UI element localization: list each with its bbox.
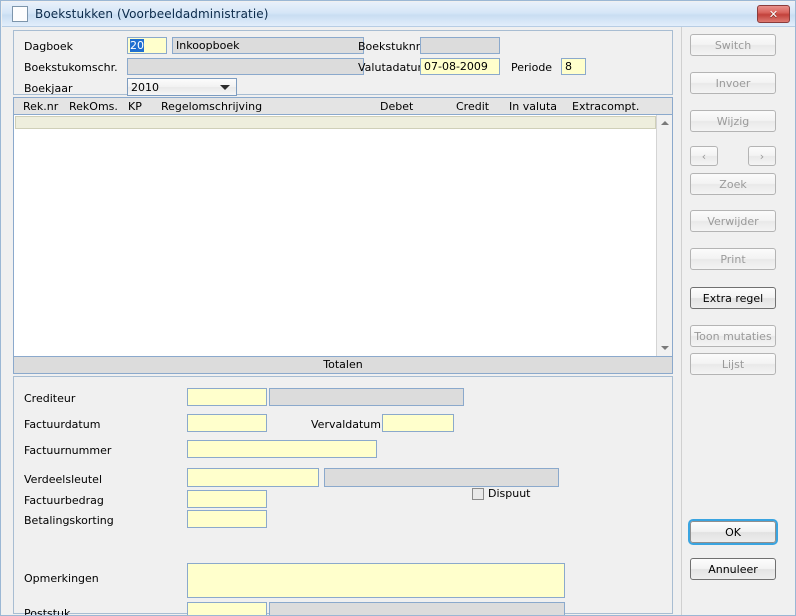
boekstuknr-field [420,37,500,54]
grid-col-extracompt: Extracompt. [572,100,640,113]
verdeelsleutel-input[interactable] [187,468,319,487]
periode-input[interactable]: 8 [561,58,586,75]
extra-regel-button[interactable]: Extra regel [690,287,776,309]
ok-button[interactable]: OK [690,521,776,543]
scroll-up-icon[interactable] [657,116,672,130]
boekingsregels-grid: Rek.nr RekOms. KP Regelomschrijving Debe… [13,97,673,357]
valutadatum-input[interactable]: 07-08-2009 [420,58,500,75]
factuurnummer-label: Factuurnummer [24,444,112,457]
dagboek-value: 20 [130,39,144,52]
grid-vertical-scrollbar[interactable] [656,115,672,356]
poststuk-label: Poststuk [24,607,71,616]
grid-body[interactable] [14,115,657,356]
dispuut-checkbox-row[interactable]: Dispuut [472,487,531,500]
print-button[interactable]: Print [690,248,776,270]
totalen-bar: Totalen [13,356,673,374]
dagboek-label: Dagboek [24,40,74,53]
poststuk-input[interactable] [187,602,267,615]
verdeelsleutel-description-field [324,468,559,487]
chevron-down-icon [220,85,230,90]
window-icon [12,6,28,22]
invoer-button[interactable]: Invoer [690,72,776,94]
poststuk-description-field [269,602,565,615]
header-fields-panel: Dagboek 20 Inkoopboek Boekstukomschr. Bo… [13,30,673,96]
boekstukomschr-field [127,58,364,75]
toon-mutaties-button[interactable]: Toon mutaties [690,325,776,347]
switch-button[interactable]: Switch [690,34,776,56]
grid-col-debet: Debet [380,100,414,113]
opmerkingen-label: Opmerkingen [24,572,99,585]
factuurbedrag-input[interactable] [187,490,267,508]
vervaldatum-label: Vervaldatum [311,418,381,431]
boekjaar-label: Boekjaar [24,82,73,95]
crediteur-input[interactable] [187,388,267,406]
annuleer-button[interactable]: Annuleer [690,558,776,580]
zoek-button[interactable]: Zoek [690,173,776,195]
dispuut-checkbox[interactable] [472,487,484,500]
grid-col-in-valuta: In valuta [509,100,558,113]
factuurdatum-label: Factuurdatum [24,418,101,431]
crediteur-label: Crediteur [24,392,76,405]
lijst-button[interactable]: Lijst [690,353,776,375]
betalingskorting-input[interactable] [187,510,267,528]
betalingskorting-label: Betalingskorting [24,514,114,527]
periode-label: Periode [511,61,553,74]
wijzig-button[interactable]: Wijzig [690,110,776,132]
verwijder-button[interactable]: Verwijder [690,210,776,232]
boekstukken-dialog: Boekstukken (Voorbeeldadministratie) ✕ D… [0,0,796,616]
factuurdatum-input[interactable] [187,414,267,432]
dispuut-label: Dispuut [488,487,531,500]
boekjaar-select[interactable]: 2010 [127,78,237,96]
opmerkingen-textarea[interactable] [187,563,565,598]
crediteur-description-field [269,388,464,406]
verdeelsleutel-label: Verdeelsleutel [24,473,103,486]
grid-header-row: Rek.nr RekOms. KP Regelomschrijving Debe… [14,98,672,115]
next-button[interactable]: › [748,146,776,166]
vervaldatum-input[interactable] [382,414,454,432]
close-icon[interactable]: ✕ [757,5,790,23]
scroll-down-icon[interactable] [657,341,672,355]
invoice-details-panel: Crediteur Factuurdatum Vervaldatum Factu… [13,376,673,616]
dagboek-description-field: Inkoopboek [172,37,364,54]
grid-col-kp: KP [128,100,142,113]
grid-col-reknr: Rek.nr [23,100,59,113]
boekstukomschr-label: Boekstukomschr. [24,61,118,74]
factuurnummer-input[interactable] [187,440,377,458]
factuurbedrag-label: Factuurbedrag [24,494,104,507]
window-title: Boekstukken (Voorbeeldadministratie) [35,7,269,21]
boekstuknr-label: Boekstuknr. [358,40,423,53]
previous-button[interactable]: ‹ [690,146,718,166]
valutadatum-label: Valutadatum [358,61,429,74]
title-bar: Boekstukken (Voorbeeldadministratie) ✕ [2,2,795,27]
table-row[interactable] [15,116,656,129]
grid-col-regelomschrijving: Regelomschrijving [161,100,263,113]
dagboek-input[interactable]: 20 [127,37,167,54]
action-button-panel: Switch Invoer Wijzig ‹ › Zoek Verwijder … [681,27,794,615]
boekjaar-value: 2010 [131,81,159,94]
grid-col-credit: Credit [456,100,490,113]
grid-col-rekoms: RekOms. [69,100,118,113]
dialog-content: Dagboek 20 Inkoopboek Boekstukomschr. Bo… [2,27,684,615]
